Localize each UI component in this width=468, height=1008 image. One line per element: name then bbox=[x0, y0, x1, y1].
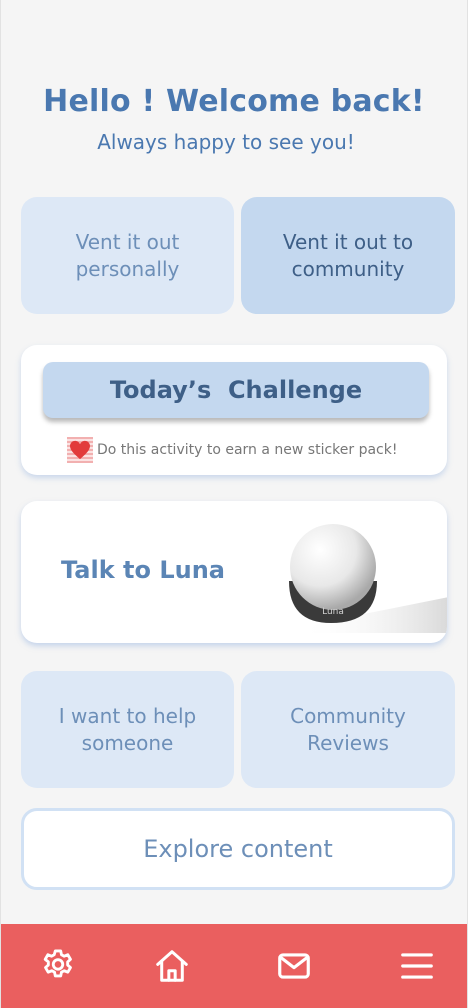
home-button[interactable] bbox=[150, 944, 194, 988]
settings-icon bbox=[43, 949, 72, 978]
todays-challenge-button[interactable]: Today’s Challenge bbox=[43, 362, 429, 418]
challenge-card: Today’s Challenge Do this activity to ea… bbox=[21, 345, 447, 475]
bottom-navbar bbox=[1, 924, 467, 1008]
community-reviews-tile[interactable]: Community Reviews bbox=[241, 671, 455, 788]
greeting-subtitle: Always happy to see you! bbox=[97, 130, 355, 154]
menu-icon bbox=[401, 953, 433, 979]
heart-sticker-icon bbox=[67, 437, 93, 463]
luna-device-text: Luna bbox=[322, 607, 344, 617]
explore-content-label: Explore content bbox=[143, 835, 333, 863]
talk-to-luna-card[interactable]: Talk to Luna Luna bbox=[21, 501, 447, 643]
greeting-title: Hello ! Welcome back! bbox=[43, 84, 425, 119]
luna-device-image: Luna bbox=[289, 524, 447, 633]
challenge-note: Do this activity to earn a new sticker p… bbox=[67, 437, 397, 463]
help-someone-tile[interactable]: I want to help someone bbox=[21, 671, 234, 788]
vent-personally-label: Vent it out personally bbox=[75, 229, 180, 281]
vent-community-label: Vent it out to community bbox=[282, 229, 414, 281]
menu-button[interactable] bbox=[395, 944, 439, 988]
settings-button[interactable] bbox=[36, 944, 80, 988]
help-someone-label: I want to help someone bbox=[58, 703, 197, 755]
community-reviews-label: Community Reviews bbox=[290, 703, 406, 755]
mail-button[interactable] bbox=[272, 944, 316, 988]
challenge-note-text: Do this activity to earn a new sticker p… bbox=[97, 442, 398, 458]
home-icon bbox=[156, 950, 188, 982]
explore-content-button[interactable]: Explore content bbox=[21, 808, 455, 890]
mail-icon bbox=[278, 953, 310, 979]
vent-community-tile[interactable]: Vent it out to community bbox=[241, 197, 455, 314]
talk-to-luna-label: Talk to Luna bbox=[61, 556, 225, 584]
vent-personally-tile[interactable]: Vent it out personally bbox=[21, 197, 234, 314]
